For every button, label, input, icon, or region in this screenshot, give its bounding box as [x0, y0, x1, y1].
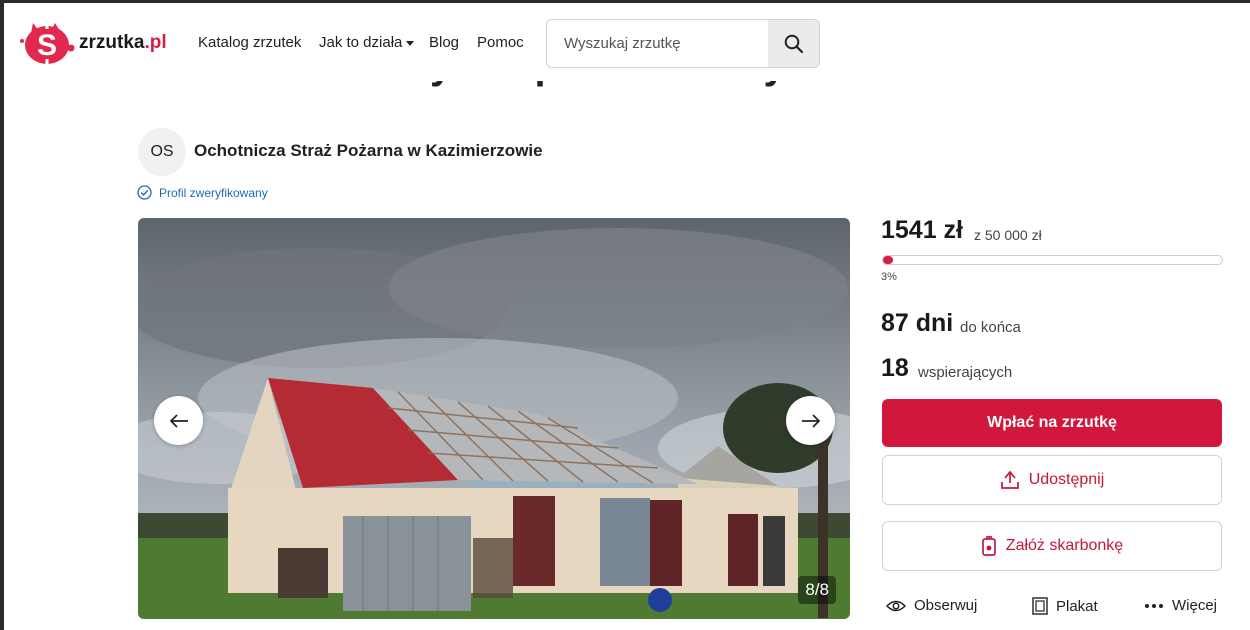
gallery-prev-button[interactable]: [154, 396, 203, 445]
gallery-photo[interactable]: 8/8: [138, 218, 850, 619]
share-button[interactable]: Udostępnij: [882, 455, 1222, 505]
days-remaining-label: do końca: [960, 319, 1021, 336]
browser-page: Odbudowa budynku po nawałnicy S zrzutka.…: [4, 3, 1250, 630]
follow-button[interactable]: Obserwuj: [886, 597, 977, 614]
more-button[interactable]: Więcej: [1144, 597, 1217, 614]
site-logo[interactable]: S zrzutka.pl: [19, 21, 167, 65]
create-piggybank-button[interactable]: Załóż skarbonkę: [882, 521, 1222, 571]
organizer-name[interactable]: Ochotnicza Straż Pożarna w Kazimierzowie: [194, 141, 543, 161]
nav-how-label: Jak to działa: [319, 34, 403, 51]
supporters-label: wspierających: [918, 364, 1013, 381]
barn-photo-image: [138, 218, 850, 619]
share-icon: [1000, 470, 1019, 489]
poster-label: Plakat: [1056, 597, 1098, 615]
nav-help[interactable]: Pomoc: [477, 34, 524, 51]
gallery-counter: 8/8: [798, 576, 836, 604]
progress-bar: [882, 255, 1223, 265]
supporters-count: 18: [881, 354, 909, 382]
share-label: Udostępnij: [1028, 471, 1105, 488]
nav-blog[interactable]: Blog: [429, 34, 459, 51]
poster-button[interactable]: Plakat: [1032, 597, 1098, 615]
search-button[interactable]: [768, 20, 819, 67]
svg-text:S: S: [37, 29, 57, 62]
nav-catalog[interactable]: Katalog zrzutek: [198, 34, 301, 51]
check-circle-icon: [137, 185, 152, 200]
goal-amount: z 50 000 zł: [974, 227, 1042, 243]
logo-wordmark: zrzutka.pl: [79, 32, 167, 53]
arrow-right-icon: [801, 413, 820, 428]
eye-icon: [886, 600, 906, 611]
nav-how-it-works[interactable]: Jak to działa: [319, 34, 415, 51]
piggybank-icon: [981, 536, 996, 556]
poster-icon: [1032, 597, 1048, 615]
progress-fill: [883, 256, 894, 264]
days-remaining: 87 dni: [881, 309, 954, 337]
verified-label: Profil zweryfikowany: [159, 185, 268, 200]
gallery-next-button[interactable]: [786, 396, 835, 445]
raised-amount: 1541 zł: [881, 216, 964, 244]
search-icon: [784, 34, 803, 53]
more-dots-icon: [1145, 603, 1163, 608]
progress-percent: 3%: [881, 271, 897, 283]
site-header: S zrzutka.pl Katalog zrzutek Jak to dzia…: [4, 3, 1250, 81]
donate-button[interactable]: Wpłać na zrzutkę: [882, 399, 1222, 447]
arrow-left-icon: [169, 413, 188, 428]
piggy-logo-icon: S: [19, 21, 75, 65]
search-box: [546, 19, 820, 68]
caret-down-icon: [406, 40, 415, 46]
piggybank-label: Załóż skarbonkę: [1005, 537, 1124, 554]
search-input[interactable]: [547, 20, 784, 67]
organizer-avatar[interactable]: OS: [138, 128, 186, 176]
follow-label: Obserwuj: [914, 597, 978, 614]
verified-badge: Profil zweryfikowany: [137, 185, 268, 200]
more-label: Więcej: [1172, 597, 1218, 614]
